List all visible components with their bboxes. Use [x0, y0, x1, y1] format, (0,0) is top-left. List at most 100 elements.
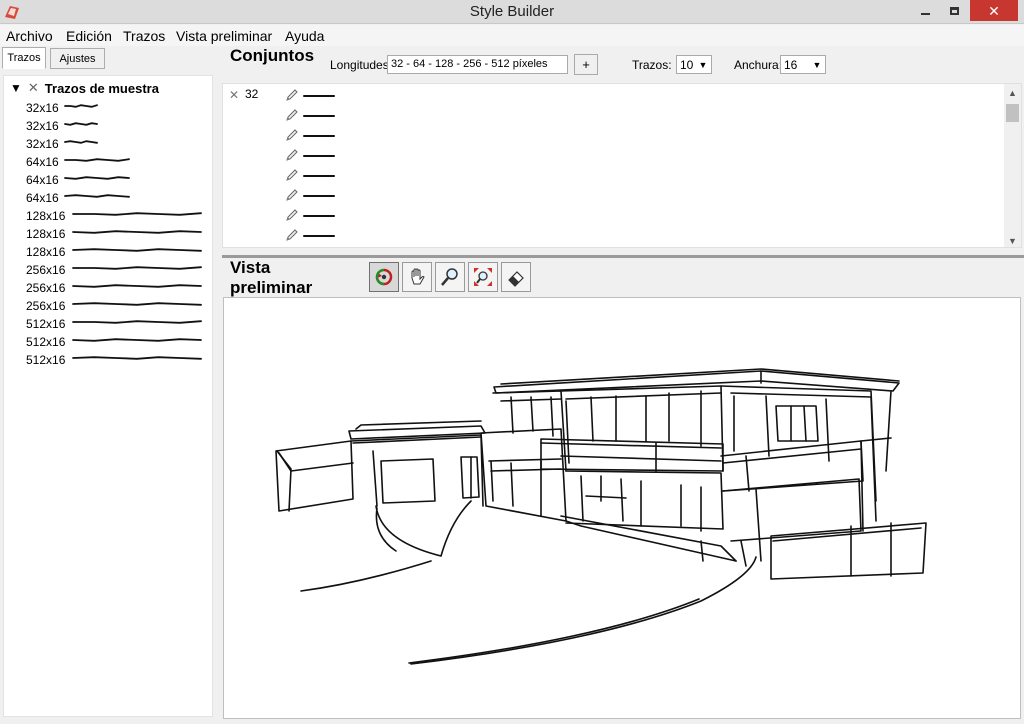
stroke-sample-row[interactable]: 512x16 [26, 333, 212, 351]
set-stroke-row[interactable] [285, 148, 345, 168]
set-stroke-line [303, 195, 335, 197]
tab-ajustes[interactable]: Ajustes [50, 48, 105, 69]
sets-scrollbar[interactable]: ▲ ▼ [1004, 84, 1021, 247]
orbit-tool-button[interactable] [369, 262, 399, 292]
edit-pencil-icon[interactable] [285, 88, 299, 102]
edit-pencil-icon[interactable] [285, 128, 299, 142]
tree-header-label: Trazos de muestra [44, 80, 159, 96]
stroke-sample-row[interactable]: 32x16 [26, 99, 212, 117]
edit-pencil-icon[interactable] [285, 188, 299, 202]
add-length-button[interactable]: + [574, 54, 598, 75]
stroke-sample-row[interactable]: 128x16 [26, 243, 212, 261]
house-sketch [275, 368, 927, 665]
preview-canvas[interactable] [223, 297, 1021, 719]
anchura-label: Anchura: [734, 58, 783, 72]
menu-trazos[interactable]: Trazos [123, 28, 165, 44]
stroke-sample-row[interactable]: 512x16 [26, 315, 212, 333]
stroke-sample-label: 128x16 [26, 227, 66, 241]
stroke-sample-line [72, 320, 202, 324]
zoom-extents-tool-button[interactable] [468, 262, 498, 292]
panel-splitter[interactable] [222, 255, 1024, 258]
stroke-sample-row[interactable]: 256x16 [26, 297, 212, 315]
stroke-sample-line [72, 302, 202, 306]
dropdown-arrow-icon: ▼ [698, 59, 708, 70]
set-stroke-line [303, 215, 335, 217]
zoom-extents-icon [474, 268, 492, 286]
stroke-sample-line [64, 104, 98, 108]
set-stroke-row[interactable] [285, 188, 345, 208]
longitudes-input[interactable]: 32 - 64 - 128 - 256 - 512 píxeles [387, 55, 568, 74]
eraser-tool-button[interactable] [501, 262, 531, 292]
set-stroke-line [303, 95, 335, 97]
set-stroke-row[interactable] [285, 108, 345, 128]
expand-arrow-icon[interactable]: ▼ [10, 81, 22, 95]
stroke-sample-line [64, 194, 130, 198]
menu-archivo[interactable]: Archivo [6, 28, 53, 44]
stroke-sample-row[interactable]: 64x16 [26, 171, 212, 189]
edit-pencil-icon[interactable] [285, 208, 299, 222]
menu-ayuda[interactable]: Ayuda [285, 28, 324, 44]
stroke-sample-label: 256x16 [26, 299, 66, 313]
stroke-sample-row[interactable]: 64x16 [26, 153, 212, 171]
scroll-up-icon[interactable]: ▲ [1004, 84, 1021, 101]
set-stroke-row[interactable] [285, 128, 345, 148]
stroke-sample-row[interactable]: 256x16 [26, 261, 212, 279]
stroke-sample-label: 128x16 [26, 209, 66, 223]
stroke-sample-row[interactable]: 128x16 [26, 225, 212, 243]
set-stroke-row[interactable] [285, 168, 345, 188]
set-stroke-line [303, 155, 335, 157]
trazos-value: 10 [680, 58, 694, 72]
stroke-sample-row[interactable]: 512x16 [26, 351, 212, 369]
anchura-select[interactable]: 16 ▼ [780, 55, 826, 74]
set-stroke-line [303, 115, 335, 117]
stroke-sample-line [72, 230, 202, 234]
preview-title: Vista preliminar [230, 258, 313, 297]
set-stroke-row[interactable] [285, 88, 345, 108]
stroke-sample-row[interactable]: 32x16 [26, 117, 212, 135]
edit-pencil-icon[interactable] [285, 168, 299, 182]
stroke-sample-label: 512x16 [26, 335, 66, 349]
scroll-thumb[interactable] [1006, 104, 1019, 122]
remove-set-icon[interactable]: ✕ [229, 88, 239, 102]
stroke-sample-line [64, 140, 98, 144]
trazos-select[interactable]: 10 ▼ [676, 55, 712, 74]
stroke-sample-label: 512x16 [26, 353, 66, 367]
close-icon: ✕ [988, 2, 1000, 19]
set-stroke-row[interactable] [285, 208, 345, 228]
stroke-sample-label: 64x16 [26, 191, 59, 205]
set-stroke-line [303, 175, 335, 177]
stroke-sample-row[interactable]: 128x16 [26, 207, 212, 225]
stroke-sample-line [64, 122, 98, 126]
scroll-down-icon[interactable]: ▼ [1004, 232, 1021, 247]
remove-x-icon[interactable]: ✕ [28, 80, 39, 96]
set-stroke-line [303, 235, 335, 237]
maximize-button[interactable] [940, 0, 969, 21]
set-length-label: 32 [245, 87, 259, 101]
stroke-sample-row[interactable]: 64x16 [26, 189, 212, 207]
zoom-tool-button[interactable] [435, 262, 465, 292]
minimize-icon [921, 12, 930, 15]
pan-tool-button[interactable] [402, 262, 432, 292]
tab-trazos[interactable]: Trazos [2, 47, 46, 69]
sets-title: Conjuntos [230, 46, 315, 65]
stroke-sets-list: ✕ 32 ▲ ▼ [222, 83, 1022, 248]
stroke-sample-row[interactable]: 32x16 [26, 135, 212, 153]
left-tab-strip: Trazos Ajustes [0, 46, 220, 70]
set-stroke-row[interactable] [285, 228, 345, 247]
stroke-sample-line [72, 284, 202, 288]
stroke-sample-label: 32x16 [26, 137, 59, 151]
edit-pencil-icon[interactable] [285, 228, 299, 242]
edit-pencil-icon[interactable] [285, 148, 299, 162]
stroke-sample-label: 512x16 [26, 317, 66, 331]
stroke-sample-line [72, 248, 202, 252]
edit-pencil-icon[interactable] [285, 108, 299, 122]
tree-header[interactable]: ▼ ✕ Trazos de muestra [10, 80, 159, 96]
minimize-button[interactable] [911, 0, 940, 21]
stroke-sample-line [72, 356, 202, 360]
menu-vista-preliminar[interactable]: Vista preliminar [176, 28, 272, 44]
stroke-sample-label: 64x16 [26, 155, 59, 169]
title-bar: Style Builder ✕ [0, 0, 1024, 24]
stroke-sample-row[interactable]: 256x16 [26, 279, 212, 297]
menu-edicion[interactable]: Edición [66, 28, 112, 44]
close-button[interactable]: ✕ [970, 0, 1018, 21]
